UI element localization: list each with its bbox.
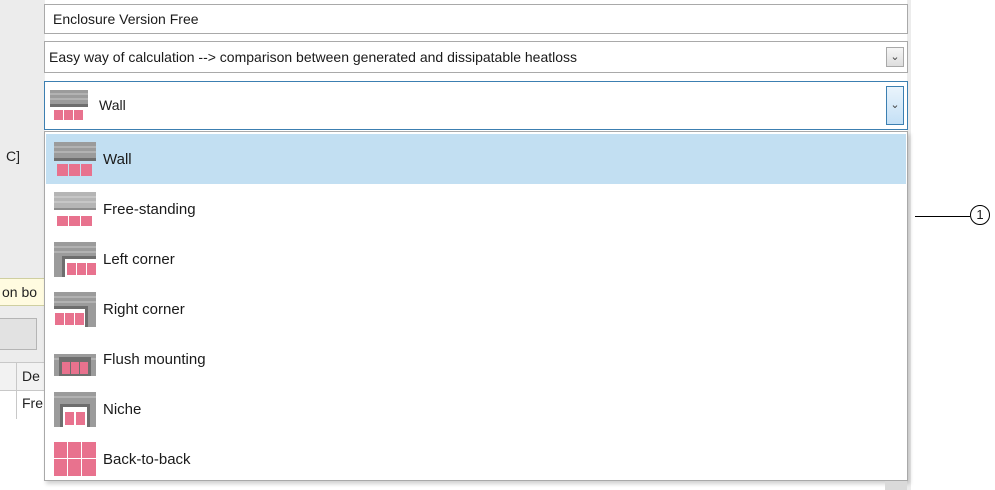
option-label: Left corner: [103, 251, 175, 268]
option-niche[interactable]: Niche: [46, 384, 906, 434]
free-standing-icon: [54, 192, 96, 226]
grid-cell: Fre: [22, 395, 43, 411]
right-corner-icon: [54, 292, 96, 327]
option-label: Right corner: [103, 301, 185, 318]
niche-icon: [54, 392, 96, 427]
partial-tooltip: on bo: [0, 278, 45, 306]
mounting-type-value: Wall: [99, 97, 126, 113]
calculation-method-dropdown[interactable]: Easy way of calculation --> comparison b…: [44, 41, 908, 73]
option-label: Free-standing: [103, 201, 196, 218]
flush-mounting-icon: [54, 354, 96, 376]
option-back-to-back[interactable]: Back-to-back: [46, 434, 906, 484]
partial-label: C]: [6, 148, 20, 164]
enclosure-version-field[interactable]: Enclosure Version Free: [44, 4, 908, 34]
wall-mount-icon: [54, 142, 96, 176]
option-label: Back-to-back: [103, 451, 191, 468]
grid-header: De: [0, 363, 45, 391]
option-right-corner[interactable]: Right corner: [46, 284, 906, 334]
option-label: Wall: [103, 151, 132, 168]
option-flush-mounting[interactable]: Flush mounting: [46, 334, 906, 384]
left-corner-icon: [54, 242, 96, 277]
option-label: Niche: [103, 401, 142, 418]
scrollbar-corner: [885, 481, 907, 490]
calculation-method-value: Easy way of calculation --> comparison b…: [49, 49, 578, 65]
back-to-back-icon: [54, 442, 96, 476]
option-free-standing[interactable]: Free-standing: [46, 184, 906, 234]
option-left-corner[interactable]: Left corner: [46, 234, 906, 284]
callout-leader-line: [915, 216, 970, 217]
callout-marker: 1: [970, 205, 990, 225]
mounting-type-dropdown[interactable]: Wall ⌄: [44, 81, 908, 130]
wall-mount-icon: [50, 90, 88, 120]
chevron-down-icon[interactable]: ⌄: [886, 47, 904, 67]
chevron-down-icon[interactable]: ⌄: [886, 86, 904, 125]
mounting-type-options-list: Wall Free-standing Left corner Right cor…: [44, 131, 908, 481]
partial-button[interactable]: [0, 318, 37, 350]
option-label: Flush mounting: [103, 351, 206, 368]
partial-grid: De Fre: [0, 362, 45, 419]
enclosure-version-value: Enclosure Version Free: [53, 11, 199, 27]
option-wall[interactable]: Wall: [46, 134, 906, 184]
